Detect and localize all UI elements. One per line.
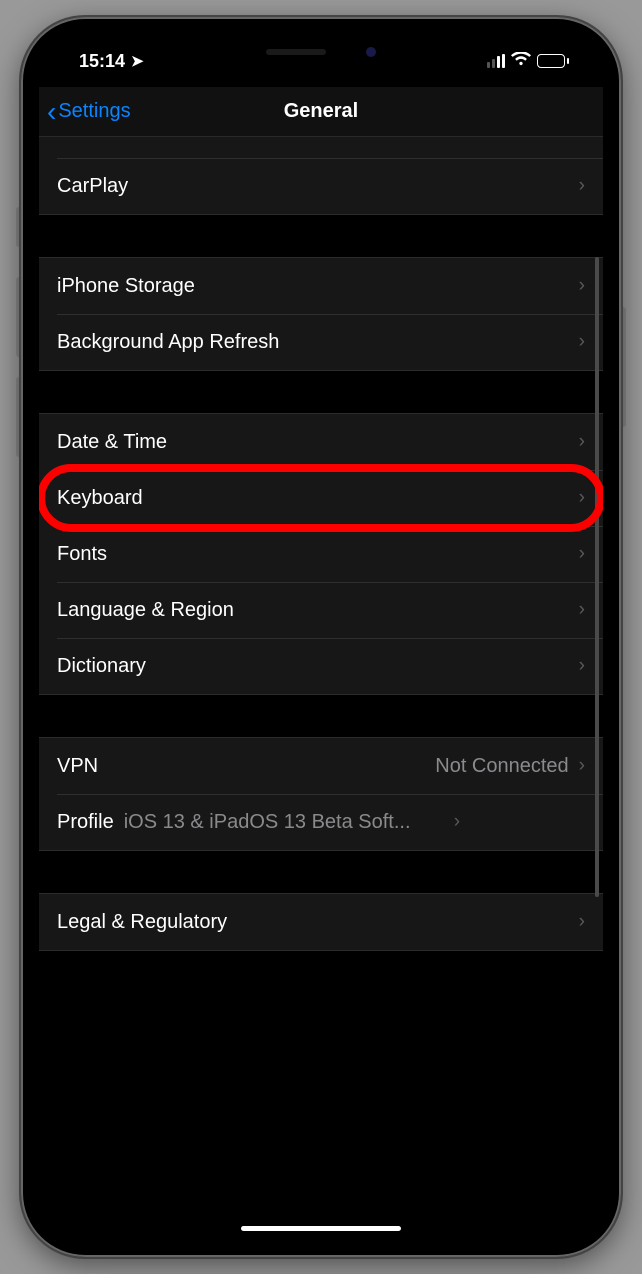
row-legal-regulatory[interactable]: Legal & Regulatory ›: [39, 894, 603, 950]
chevron-left-icon: ‹: [47, 98, 56, 126]
chevron-right-icon: ›: [579, 137, 585, 141]
chevron-right-icon: ›: [579, 331, 585, 353]
chevron-right-icon: ›: [579, 911, 585, 933]
row-handoff[interactable]: Handoff ›: [39, 137, 603, 158]
chevron-right-icon: ›: [579, 175, 585, 197]
row-profile[interactable]: Profile iOS 13 & iPadOS 13 Beta Soft... …: [39, 794, 603, 850]
nav-bar: ‹ Settings General: [39, 87, 603, 137]
row-label: Handoff: [57, 137, 127, 142]
back-label: Settings: [58, 100, 130, 123]
row-label: VPN: [57, 755, 98, 778]
row-label: Legal & Regulatory: [57, 911, 227, 934]
wifi-icon: [511, 52, 531, 71]
row-label: Background App Refresh: [57, 331, 279, 354]
screen: 15:14 ➤ ‹ Settings General: [39, 35, 603, 1239]
chevron-right-icon: ›: [579, 543, 585, 565]
row-fonts[interactable]: Fonts ›: [39, 526, 603, 582]
row-label: Keyboard: [57, 487, 143, 510]
row-detail: Not Connected: [435, 755, 568, 778]
row-label: Date & Time: [57, 431, 167, 454]
row-iphone-storage[interactable]: iPhone Storage ›: [39, 258, 603, 314]
chevron-right-icon: ›: [454, 811, 460, 833]
status-time: 15:14: [79, 51, 125, 72]
row-carplay[interactable]: CarPlay ›: [39, 158, 603, 214]
chevron-right-icon: ›: [579, 655, 585, 677]
chevron-right-icon: ›: [579, 487, 585, 509]
row-label: Fonts: [57, 543, 107, 566]
location-icon: ➤: [131, 52, 144, 70]
row-label: Language & Region: [57, 599, 234, 622]
cellular-icon: [487, 54, 505, 68]
chevron-right-icon: ›: [579, 275, 585, 297]
chevron-right-icon: ›: [579, 431, 585, 453]
settings-list[interactable]: Handoff › CarPlay › iPhone Storage: [39, 137, 603, 1239]
row-language-region[interactable]: Language & Region ›: [39, 582, 603, 638]
row-label: Profile: [57, 811, 114, 834]
chevron-right-icon: ›: [579, 599, 585, 621]
notch: [201, 35, 441, 69]
battery-icon: [537, 54, 569, 68]
scroll-indicator: [595, 257, 599, 897]
row-label: iPhone Storage: [57, 275, 195, 298]
home-indicator[interactable]: [241, 1226, 401, 1231]
row-keyboard[interactable]: Keyboard ›: [39, 470, 603, 526]
row-date-time[interactable]: Date & Time ›: [39, 414, 603, 470]
row-dictionary[interactable]: Dictionary ›: [39, 638, 603, 694]
row-label: CarPlay: [57, 175, 128, 198]
row-label: Dictionary: [57, 655, 146, 678]
back-button[interactable]: ‹ Settings: [47, 98, 131, 126]
row-detail: iOS 13 & iPadOS 13 Beta Soft...: [124, 811, 444, 834]
row-background-app-refresh[interactable]: Background App Refresh ›: [39, 314, 603, 370]
chevron-right-icon: ›: [579, 755, 585, 777]
row-vpn[interactable]: VPN Not Connected ›: [39, 738, 603, 794]
